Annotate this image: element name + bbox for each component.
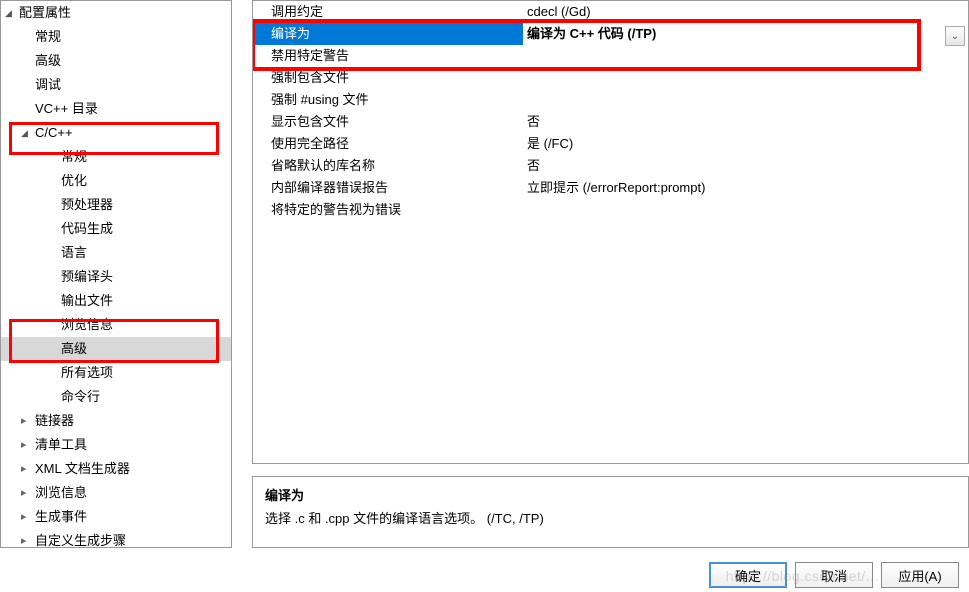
property-label: 使用完全路径 xyxy=(253,133,523,155)
tree-item[interactable]: 所有选项 xyxy=(1,361,231,385)
tree-item[interactable]: 优化 xyxy=(1,169,231,193)
property-row[interactable]: 省略默认的库名称否 xyxy=(253,155,968,177)
tree-item[interactable]: 代码生成 xyxy=(1,217,231,241)
tree-config-properties[interactable]: 配置属性 xyxy=(1,1,231,25)
tree-item[interactable]: 语言 xyxy=(1,241,231,265)
property-label: 调用约定 xyxy=(253,1,523,23)
description-title: 编译为 xyxy=(265,485,956,504)
property-value xyxy=(523,199,968,221)
tree-item[interactable]: 调试 xyxy=(1,73,231,97)
property-label: 编译为 xyxy=(253,23,523,45)
tree-label: 配置属性 xyxy=(19,5,71,20)
tree-item[interactable]: 自定义生成步骤 xyxy=(1,529,231,548)
property-row[interactable]: 内部编译器错误报告立即提示 (/errorReport:prompt) xyxy=(253,177,968,199)
property-row[interactable]: 将特定的警告视为错误 xyxy=(253,199,968,221)
tree-item[interactable]: 高级 xyxy=(1,337,231,361)
property-row[interactable]: 显示包含文件否 xyxy=(253,111,968,133)
property-value xyxy=(523,89,968,111)
property-value: 编译为 C++ 代码 (/TP) xyxy=(523,23,968,45)
dropdown-button[interactable]: ⌄ xyxy=(945,26,965,46)
description-text: 选择 .c 和 .cpp 文件的编译语言选项。 (/TC, /TP) xyxy=(265,508,956,527)
tree-item[interactable]: VC++ 目录 xyxy=(1,97,231,121)
property-row[interactable]: 禁用特定警告 xyxy=(253,45,968,67)
property-row[interactable]: 编译为编译为 C++ 代码 (/TP) xyxy=(253,23,968,45)
property-grid: 调用约定cdecl (/Gd)编译为编译为 C++ 代码 (/TP)禁用特定警告… xyxy=(252,0,969,464)
property-row[interactable]: 使用完全路径是 (/FC) xyxy=(253,133,968,155)
property-value xyxy=(523,67,968,89)
property-value: 是 (/FC) xyxy=(523,133,968,155)
tree-item[interactable]: 预处理器 xyxy=(1,193,231,217)
tree-c-cpp[interactable]: C/C++ xyxy=(1,121,231,145)
tree-item[interactable]: 常规 xyxy=(1,145,231,169)
property-value: 否 xyxy=(523,155,968,177)
cancel-button[interactable]: 取消 xyxy=(795,562,873,588)
tree-item[interactable]: 常规 xyxy=(1,25,231,49)
property-label: 内部编译器错误报告 xyxy=(253,177,523,199)
chevron-down-icon: ⌄ xyxy=(951,31,959,42)
tree-item[interactable]: 浏览信息 xyxy=(1,481,231,505)
property-value: cdecl (/Gd) xyxy=(523,1,968,23)
tree-item[interactable]: 浏览信息 xyxy=(1,313,231,337)
property-value: 否 xyxy=(523,111,968,133)
apply-button[interactable]: 应用(A) xyxy=(881,562,959,588)
tree-item[interactable]: 高级 xyxy=(1,49,231,73)
tree-label: C/C++ xyxy=(35,125,73,140)
dialog-buttons: 确定 取消 应用(A) xyxy=(709,562,959,588)
property-label: 强制包含文件 xyxy=(253,67,523,89)
tree-item[interactable]: 清单工具 xyxy=(1,433,231,457)
property-value xyxy=(523,45,968,67)
property-label: 强制 #using 文件 xyxy=(253,89,523,111)
tree-item[interactable]: 生成事件 xyxy=(1,505,231,529)
tree-item[interactable]: 命令行 xyxy=(1,385,231,409)
property-label: 将特定的警告视为错误 xyxy=(253,199,523,221)
property-row[interactable]: 调用约定cdecl (/Gd) xyxy=(253,1,968,23)
tree-item[interactable]: 链接器 xyxy=(1,409,231,433)
property-label: 禁用特定警告 xyxy=(253,45,523,67)
property-row[interactable]: 强制 #using 文件 xyxy=(253,89,968,111)
ok-button[interactable]: 确定 xyxy=(709,562,787,588)
property-label: 省略默认的库名称 xyxy=(253,155,523,177)
tree-item[interactable]: 输出文件 xyxy=(1,289,231,313)
property-row[interactable]: 强制包含文件 xyxy=(253,67,968,89)
property-tree: 配置属性 常规高级调试VC++ 目录 C/C++ 常规优化预处理器代码生成语言预… xyxy=(0,0,232,548)
description-panel: 编译为 选择 .c 和 .cpp 文件的编译语言选项。 (/TC, /TP) xyxy=(252,476,969,548)
tree-item[interactable]: 预编译头 xyxy=(1,265,231,289)
property-label: 显示包含文件 xyxy=(253,111,523,133)
property-value: 立即提示 (/errorReport:prompt) xyxy=(523,177,968,199)
tree-item[interactable]: XML 文档生成器 xyxy=(1,457,231,481)
